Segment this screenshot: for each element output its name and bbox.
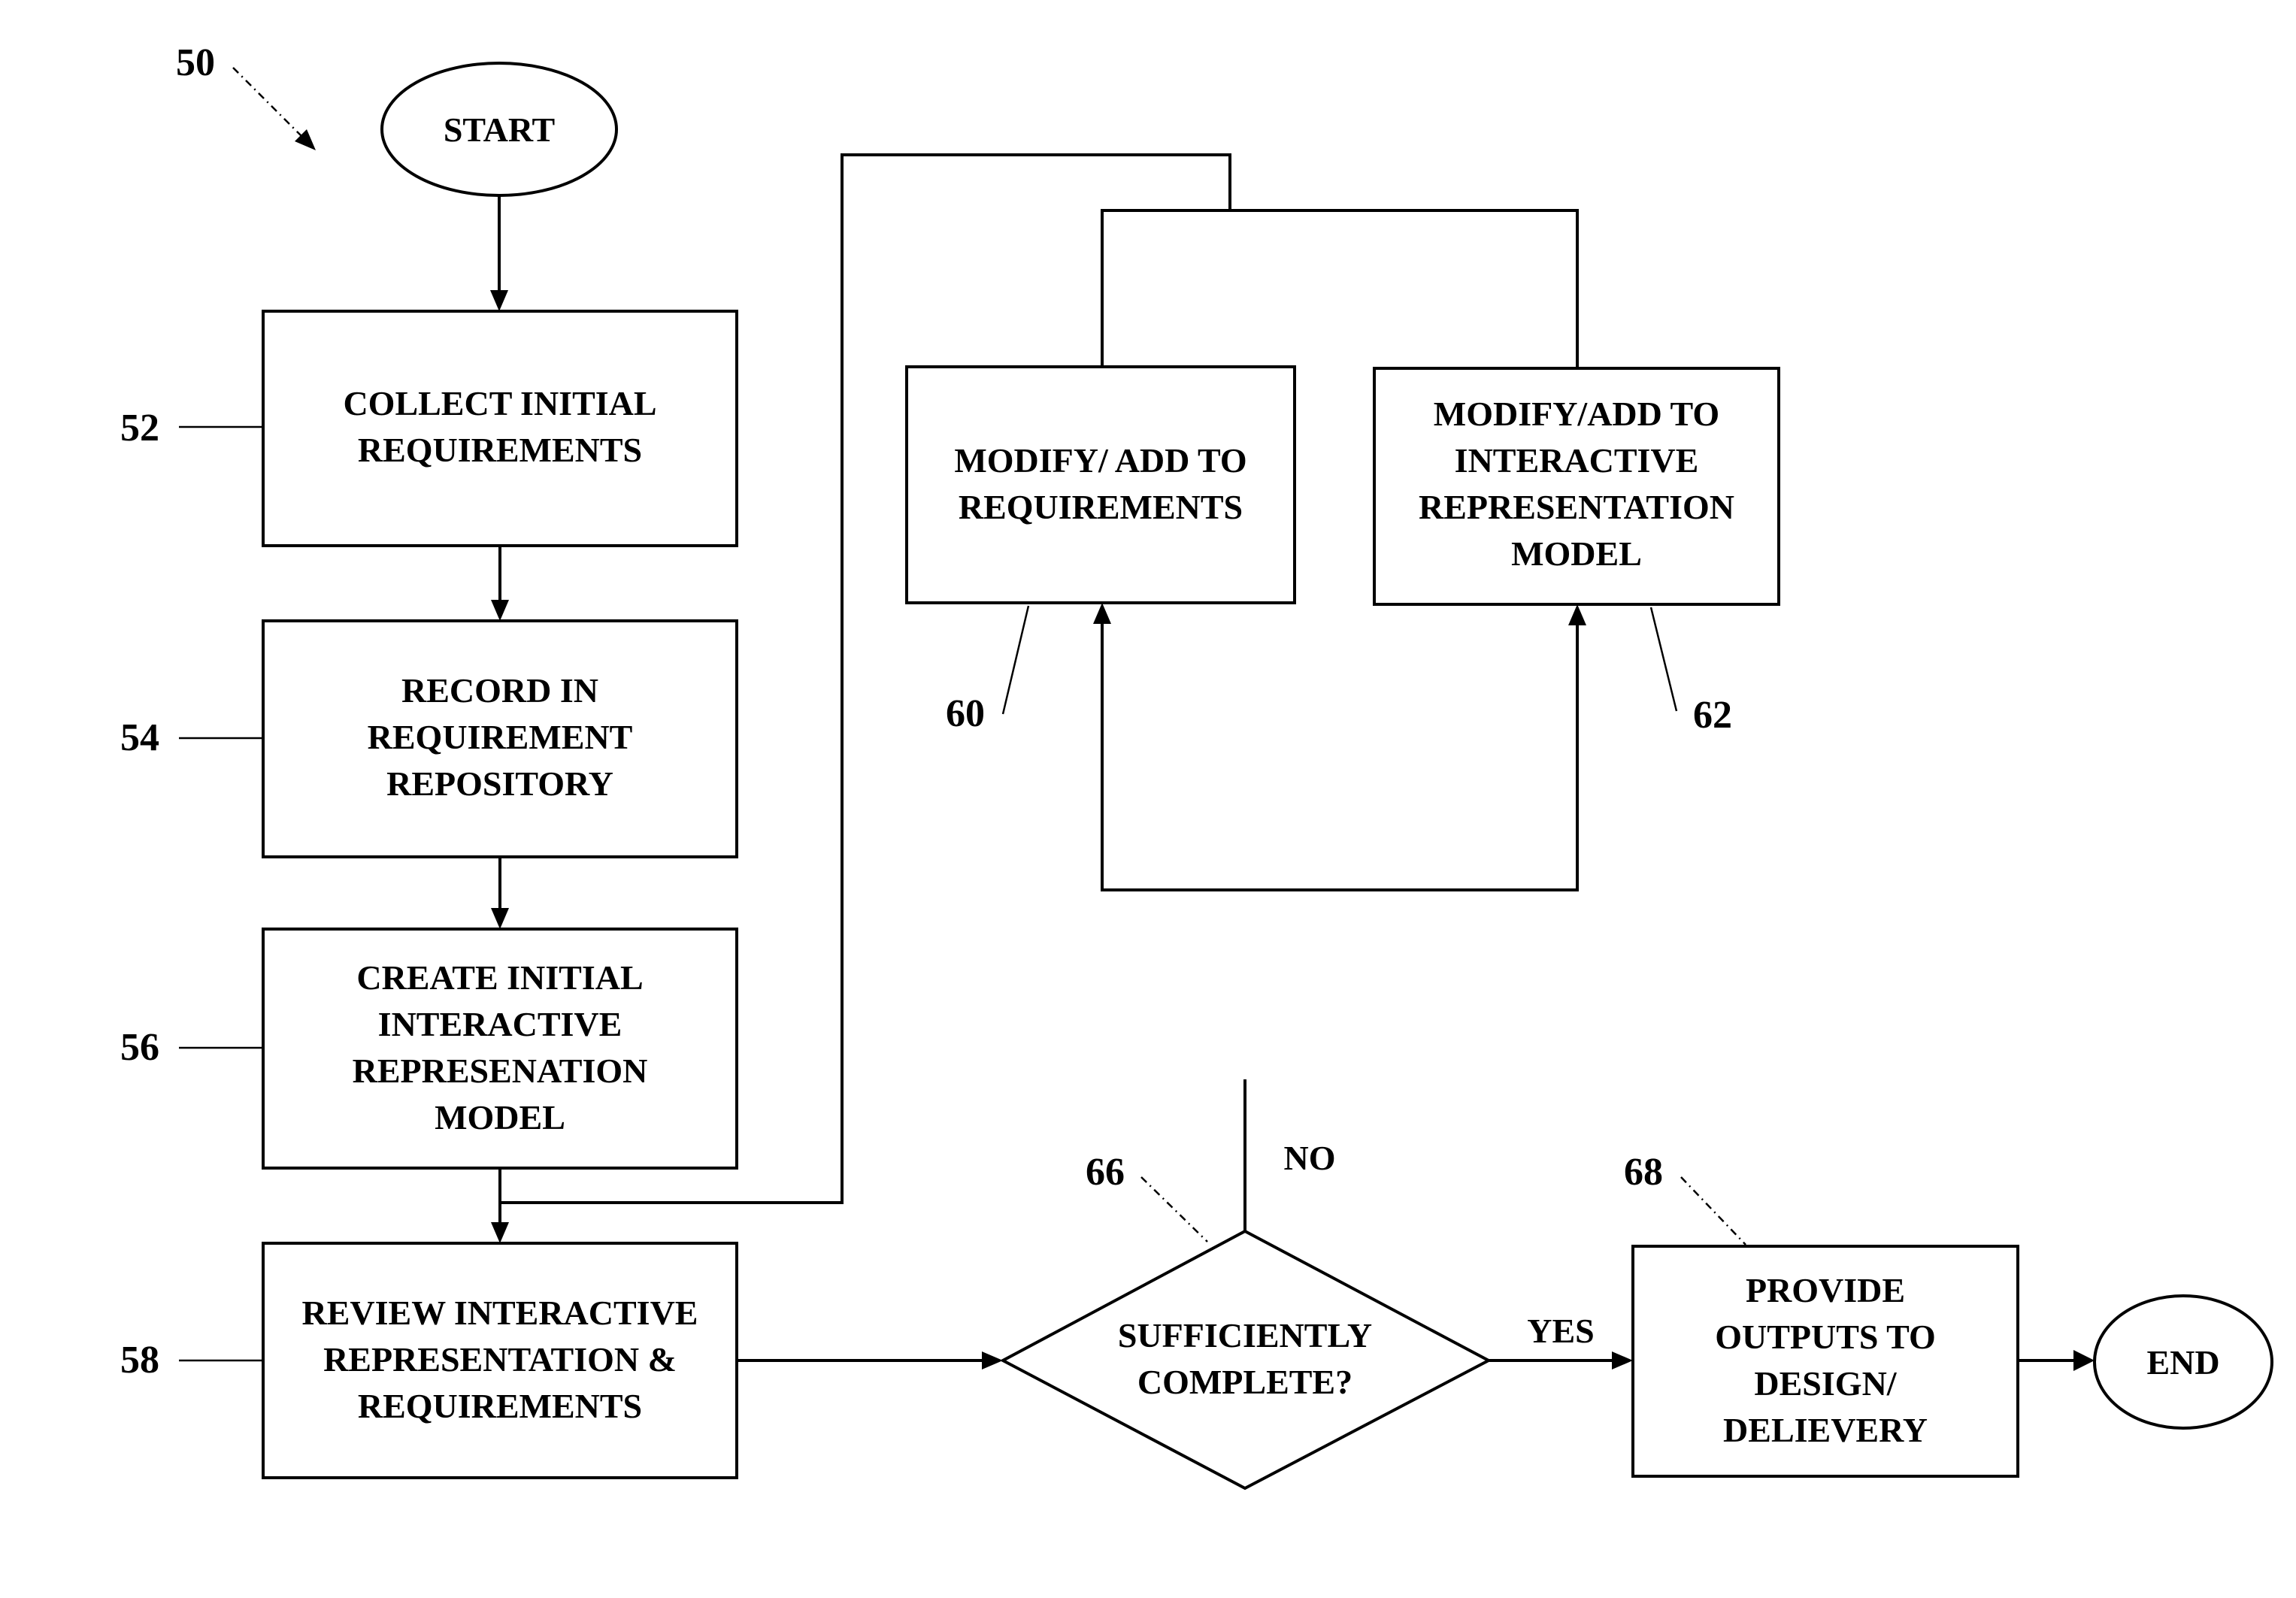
arrowhead-56-58 xyxy=(491,1222,509,1243)
end-label: END xyxy=(2146,1343,2219,1382)
ref-leader-68 xyxy=(1680,1176,1746,1245)
edge-loop-60-62 xyxy=(1101,624,1579,891)
process-box-52: COLLECT INITIAL REQUIREMENTS xyxy=(262,310,738,547)
box-54-line-1: RECORD IN xyxy=(401,671,598,710)
box-52 xyxy=(262,310,738,547)
ref-label-68: 68 xyxy=(1624,1151,1663,1194)
box-54-line-3: REPOSITORY xyxy=(386,764,613,803)
box-54-line-2: REQUIREMENT xyxy=(368,718,633,756)
box-68-line-3: DESIGN/ xyxy=(1754,1364,1897,1403)
ref-label-52: 52 xyxy=(120,407,159,449)
decision-line-2: COMPLETE? xyxy=(1137,1363,1352,1401)
arrowhead-68-end xyxy=(2073,1350,2095,1371)
box-52-line-2: REQUIREMENTS xyxy=(358,431,642,469)
ref-label-60: 60 xyxy=(946,692,985,735)
edge-branch-to-60-62 xyxy=(1101,209,1579,368)
box-60 xyxy=(905,365,1296,604)
box-68-line-4: DELIEVERY xyxy=(1723,1411,1928,1449)
box-62-line-4: MODEL xyxy=(1511,534,1642,573)
ref-leader-62 xyxy=(1649,607,1678,712)
decision-line-1: SUFFICIENTLY xyxy=(1118,1316,1372,1354)
start-label: START xyxy=(444,110,555,149)
box-56-line-4: MODEL xyxy=(435,1098,565,1136)
figure-reference-leader xyxy=(232,67,305,140)
box-68-line-1: PROVIDE xyxy=(1746,1271,1905,1309)
arrowhead-into-60 xyxy=(1093,603,1111,624)
box-52-line-1: COLLECT INITIAL xyxy=(343,384,656,422)
box-56-line-3: REPRESENATION xyxy=(353,1052,648,1090)
box-58-line-1: REVIEW INTERACTIVE xyxy=(301,1294,698,1332)
arrowhead-into-62 xyxy=(1568,604,1586,625)
ref-label-54: 54 xyxy=(120,716,159,759)
process-box-68: PROVIDE OUTPUTS TO DESIGN/ DELIEVERY xyxy=(1631,1245,2019,1478)
process-box-54: RECORD IN REQUIREMENT REPOSITORY xyxy=(262,619,738,858)
no-label: NO xyxy=(1284,1139,1336,1177)
box-60-line-1: MODIFY/ ADD TO xyxy=(954,441,1246,480)
arrowhead-52-54 xyxy=(491,600,509,621)
arrowhead-66-68 xyxy=(1612,1351,1633,1369)
figure-reference-label: 50 xyxy=(176,41,215,84)
box-56-line-2: INTERACTIVE xyxy=(378,1005,622,1043)
process-box-58: REVIEW INTERACTIVE REPRESENTATION & REQU… xyxy=(262,1242,738,1479)
box-58-line-3: REQUIREMENTS xyxy=(358,1387,642,1425)
ref-label-62: 62 xyxy=(1693,694,1732,737)
box-60-line-2: REQUIREMENTS xyxy=(959,488,1243,526)
process-box-56: CREATE INITIAL INTERACTIVE REPRESENATION… xyxy=(262,928,738,1170)
box-62-line-1: MODIFY/ADD TO xyxy=(1434,395,1719,433)
yes-label: YES xyxy=(1527,1312,1594,1350)
process-box-60: MODIFY/ ADD TO REQUIREMENTS xyxy=(905,365,1296,604)
decision-diamond xyxy=(999,1229,1492,1491)
ref-label-56: 56 xyxy=(120,1026,159,1069)
box-58-line-2: REPRESENTATION & xyxy=(323,1340,677,1379)
ref-leader-60 xyxy=(1001,605,1030,715)
start-terminal: START xyxy=(380,62,618,197)
box-56-line-1: CREATE INITIAL xyxy=(356,958,643,997)
box-68-line-2: OUTPUTS TO xyxy=(1715,1318,1936,1356)
ref-label-66: 66 xyxy=(1086,1151,1125,1194)
box-62-line-2: INTERACTIVE xyxy=(1455,441,1699,480)
ref-label-58: 58 xyxy=(120,1339,159,1382)
decision-66: SUFFICIENTLY COMPLETE? xyxy=(999,1229,1492,1491)
end-terminal: END xyxy=(2093,1294,2273,1430)
box-62-line-3: REPRESENTATION xyxy=(1419,488,1734,526)
arrowhead-start-52 xyxy=(490,290,508,311)
flowchart: 50 START COLLECT INITIAL REQUIREMENTS 52… xyxy=(120,41,2273,1491)
process-box-62: MODIFY/ADD TO INTERACTIVE REPRESENTATION… xyxy=(1373,367,1780,606)
ref-leader-66 xyxy=(1140,1176,1208,1242)
arrowhead-54-56 xyxy=(491,908,509,929)
